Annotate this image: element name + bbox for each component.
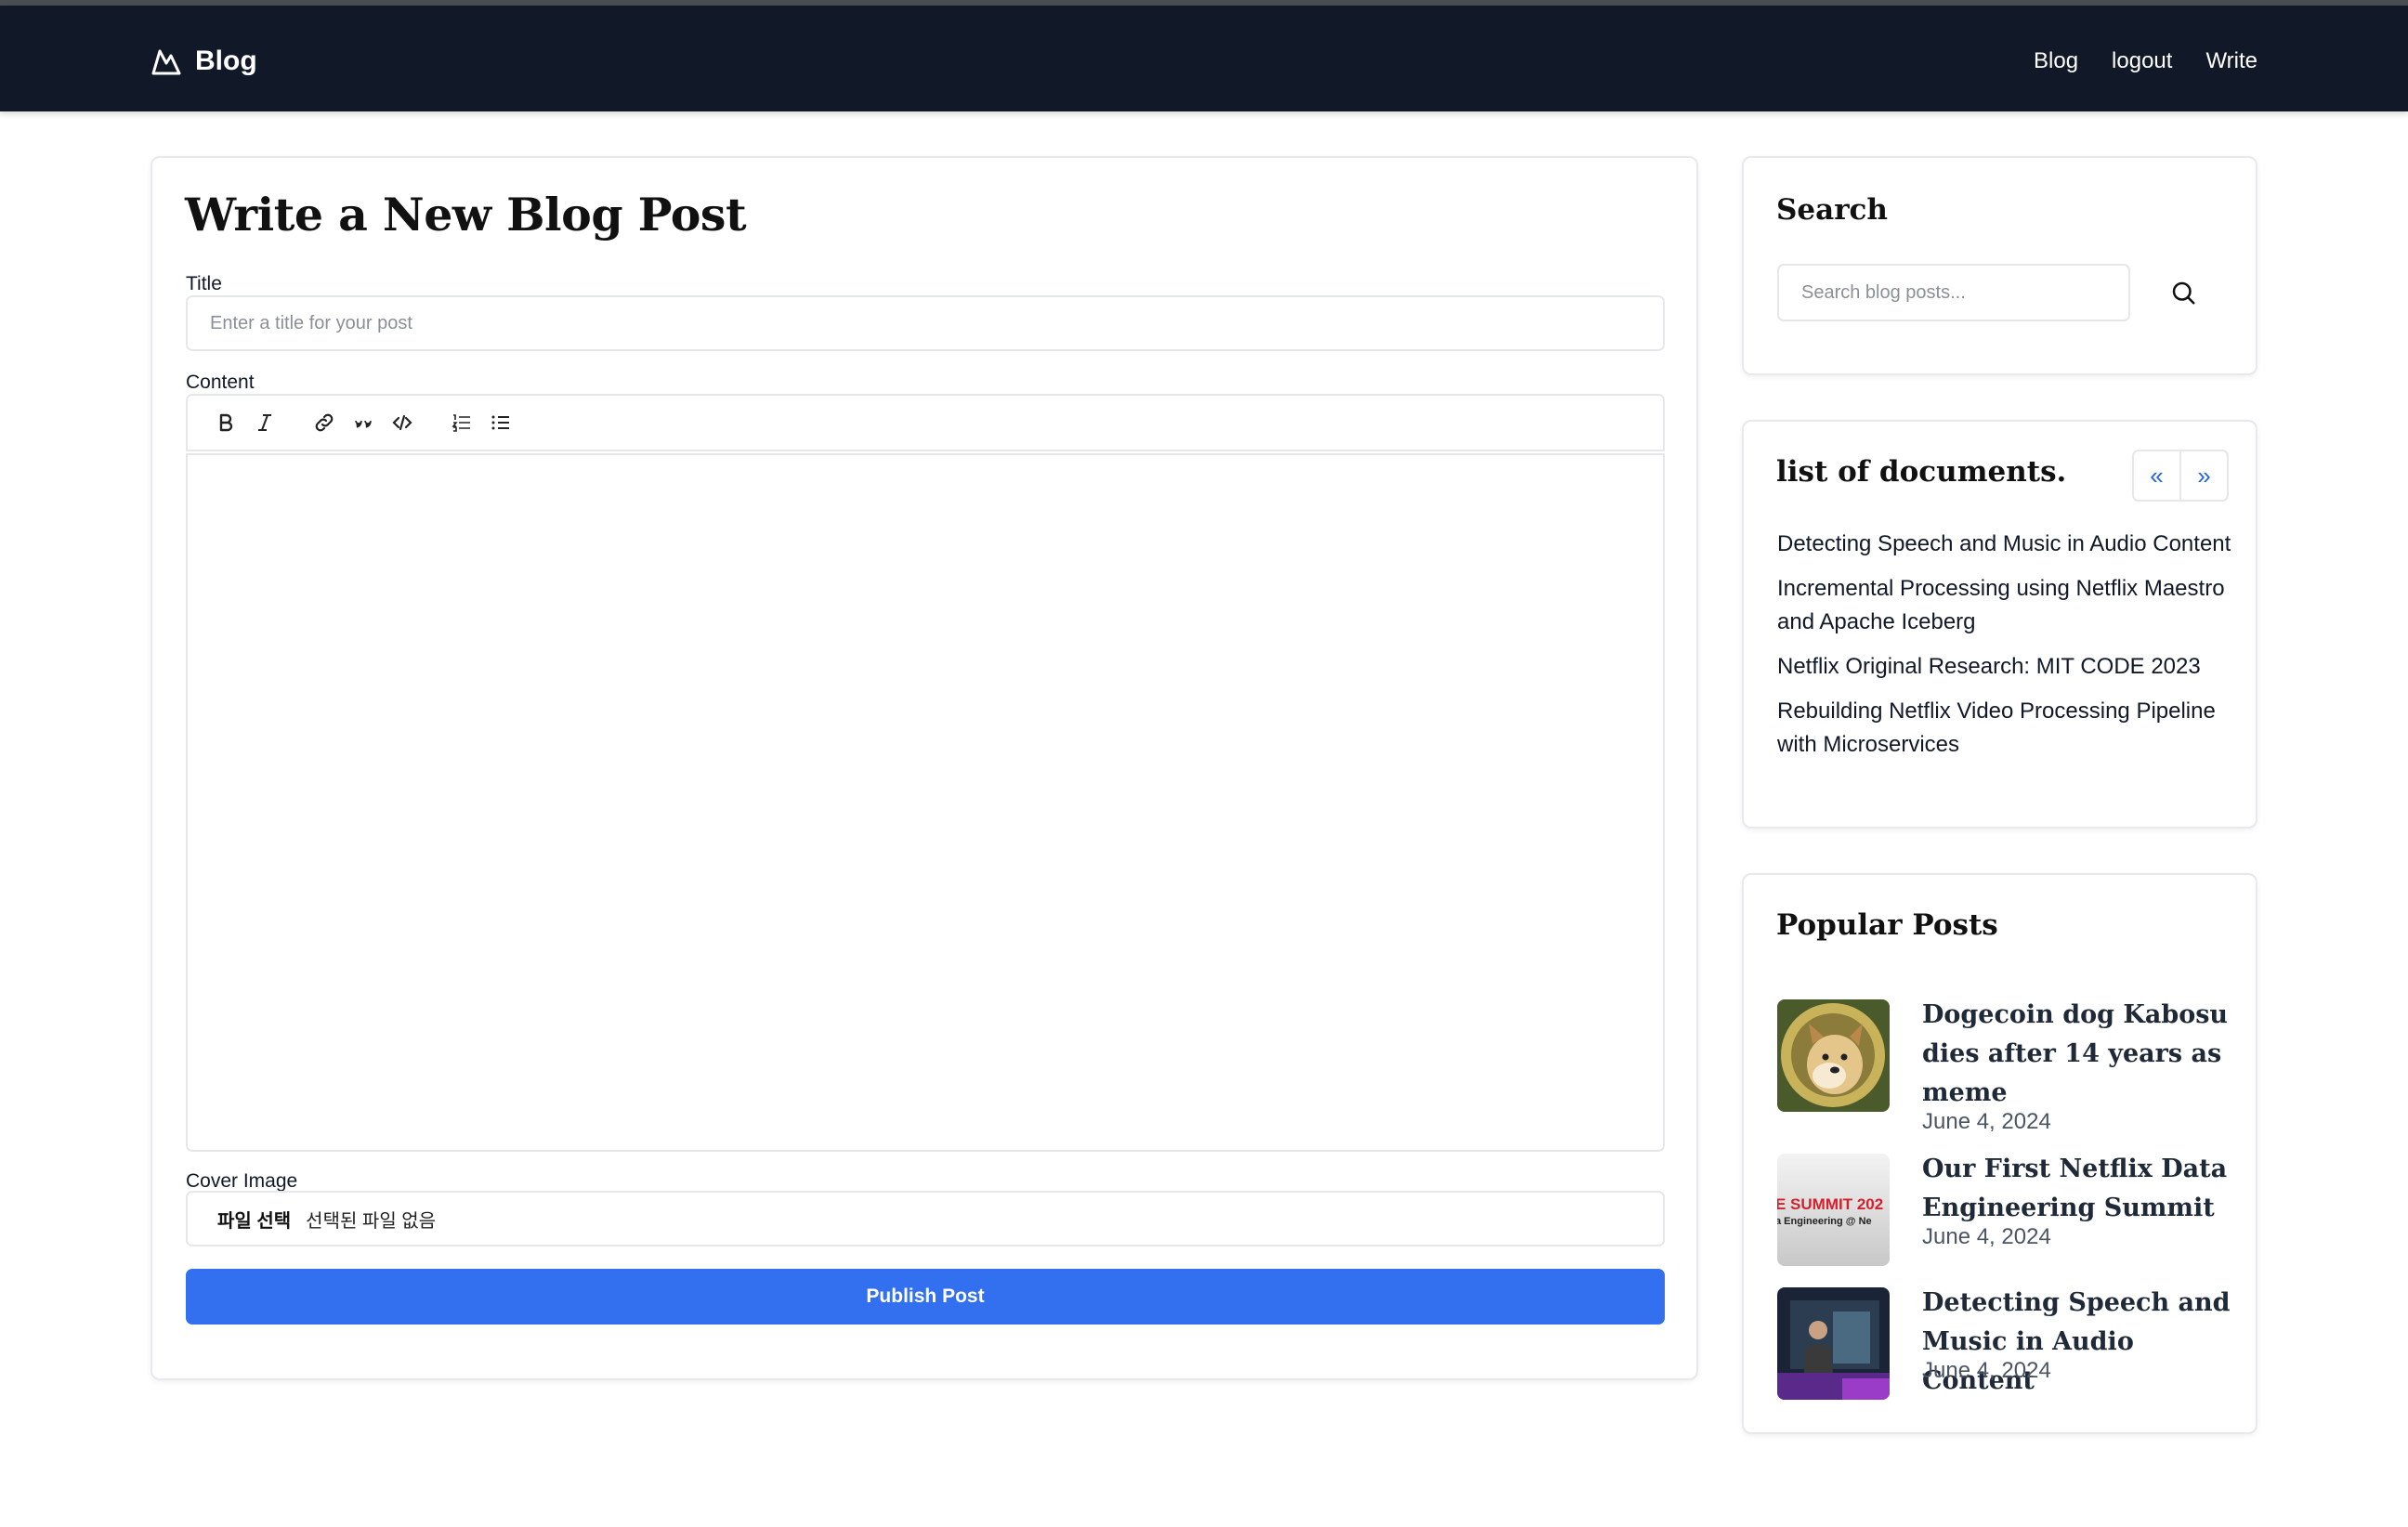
search-icon (2172, 281, 2195, 305)
summit-banner-subtext: a Engineering @ Ne (1777, 1216, 1872, 1227)
previous-page-button[interactable]: « (2134, 451, 2181, 500)
speaker-photo-image (1777, 1287, 1890, 1400)
page-title: Write a New Blog Post (185, 188, 747, 241)
popular-posts-title: Popular Posts (1776, 908, 1998, 942)
link-icon[interactable] (305, 403, 344, 442)
popular-post-item[interactable]: Detecting Speech and Music in Audio Cont… (1777, 1287, 2242, 1408)
ordered-list-icon[interactable] (442, 403, 481, 442)
doge-coin-image (1777, 999, 1890, 1112)
popular-post-item[interactable]: E SUMMIT 202 a Engineering @ Ne Our Firs… (1777, 1154, 2242, 1274)
document-link[interactable]: Rebuilding Netflix Video Processing Pipe… (1777, 695, 2242, 762)
post-title[interactable]: Our First Netflix Data Engineering Summi… (1922, 1150, 2238, 1228)
popular-posts-card: Popular Posts Dogecoin dog Kabosu dies a… (1742, 873, 2258, 1434)
search-input[interactable] (1777, 264, 2130, 321)
documents-card: list of documents. « » Detecting Speech … (1742, 420, 2258, 829)
post-thumbnail: E SUMMIT 202 a Engineering @ Ne (1777, 1154, 1890, 1266)
search-title: Search (1776, 193, 1888, 227)
quote-icon[interactable] (344, 403, 383, 442)
cover-image-label: Cover Image (186, 1170, 298, 1192)
documents-title: list of documents. (1776, 455, 2067, 489)
nav-write-link[interactable]: Write (2205, 48, 2258, 74)
bullet-list-icon[interactable] (481, 403, 520, 442)
document-link[interactable]: Netflix Original Research: MIT CODE 2023 (1777, 650, 2242, 684)
post-title-input[interactable] (186, 295, 1665, 351)
post-thumbnail (1777, 1287, 1890, 1400)
write-post-card: Write a New Blog Post Title Content Cove… (150, 156, 1698, 1380)
post-date: June 4, 2024 (1922, 1358, 2051, 1383)
next-page-button[interactable]: » (2181, 451, 2227, 500)
brand[interactable]: Blog (150, 39, 257, 84)
summit-banner-text: E SUMMIT 202 (1777, 1195, 1883, 1213)
file-status-text: 선택된 파일 없음 (306, 1210, 437, 1232)
document-link[interactable]: Incremental Processing using Netflix Mae… (1777, 572, 2242, 639)
documents-list: Detecting Speech and Music in Audio Cont… (1777, 528, 2242, 773)
choose-file-button[interactable]: 파일 선택 (217, 1206, 291, 1233)
documents-pager: « » (2132, 450, 2229, 502)
editor-toolbar (186, 394, 1665, 451)
nav-logout-link[interactable]: logout (2112, 48, 2172, 74)
bold-icon[interactable] (206, 403, 245, 442)
search-button[interactable] (2162, 271, 2205, 314)
post-thumbnail (1777, 999, 1890, 1112)
post-date: June 4, 2024 (1922, 1224, 2051, 1249)
cover-image-file-input[interactable]: 파일 선택 선택된 파일 없음 (186, 1191, 1665, 1246)
content-label: Content (186, 372, 255, 393)
summit-banner-image: E SUMMIT 202 a Engineering @ Ne (1777, 1154, 1890, 1266)
brand-name: Blog (195, 46, 257, 76)
code-icon[interactable] (383, 403, 422, 442)
italic-icon[interactable] (245, 403, 284, 442)
title-label: Title (186, 273, 222, 294)
main-nav: Blog logout Write (2034, 39, 2258, 84)
post-title[interactable]: Dogecoin dog Kabosu dies after 14 years … (1922, 996, 2238, 1113)
nav-blog-link[interactable]: Blog (2034, 48, 2078, 74)
content-editor[interactable] (186, 453, 1665, 1152)
popular-post-item[interactable]: Dogecoin dog Kabosu dies after 14 years … (1777, 996, 2242, 1134)
search-card: Search (1742, 156, 2258, 375)
mountain-logo-icon (151, 49, 181, 75)
publish-post-button[interactable]: Publish Post (186, 1269, 1665, 1325)
navbar: Blog Blog logout Write (0, 6, 2408, 111)
post-date: June 4, 2024 (1922, 1109, 2051, 1134)
document-link[interactable]: Detecting Speech and Music in Audio Cont… (1777, 528, 2242, 561)
